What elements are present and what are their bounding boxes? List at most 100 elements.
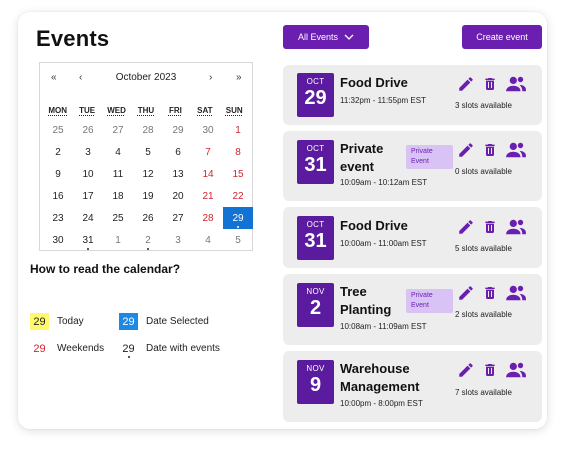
calendar-day[interactable]: 30 xyxy=(43,229,73,251)
event-slots: 2 slots available xyxy=(455,310,512,319)
legend-selected: 29 Date Selected xyxy=(119,313,209,330)
private-event-badge: Private Event xyxy=(406,289,453,313)
event-day: 31 xyxy=(304,154,327,176)
calendar-day[interactable]: 8 xyxy=(223,141,253,163)
calendar-day[interactable]: 1 xyxy=(103,229,133,251)
calendar-day-selected[interactable]: 29 xyxy=(223,207,253,229)
calendar-day[interactable]: 21 xyxy=(193,185,223,207)
delete-trash-icon[interactable] xyxy=(482,284,498,302)
edit-pencil-icon[interactable] xyxy=(457,284,475,302)
legend-today: 29 Today xyxy=(30,313,84,330)
edit-pencil-icon[interactable] xyxy=(457,141,475,159)
calendar-day[interactable]: 30 xyxy=(193,119,223,141)
calendar-day[interactable]: 2 xyxy=(43,141,73,163)
attendees-group-icon[interactable] xyxy=(505,361,527,379)
calendar-day[interactable]: 16 xyxy=(43,185,73,207)
calendar-day[interactable]: 29 xyxy=(163,119,193,141)
next-month-button[interactable]: › xyxy=(209,72,212,83)
edit-pencil-icon[interactable] xyxy=(457,361,475,379)
event-month: OCT xyxy=(306,77,325,86)
calendar-day[interactable]: 24 xyxy=(73,207,103,229)
chevron-down-icon xyxy=(344,34,354,40)
attendees-group-icon[interactable] xyxy=(505,284,527,302)
calendar-day[interactable]: 25 xyxy=(103,207,133,229)
event-title: Tree Planting xyxy=(340,283,391,319)
event-title-line: Warehouse xyxy=(340,361,410,376)
legend-weekends: 29 Weekends xyxy=(30,340,104,357)
calendar-day[interactable]: 10 xyxy=(73,163,103,185)
legend-events: 29 Date with events xyxy=(119,340,220,358)
calendar-day[interactable]: 23 xyxy=(43,207,73,229)
calendar-day[interactable]: 7 xyxy=(193,141,223,163)
attendees-group-icon[interactable] xyxy=(505,141,527,159)
calendar-day[interactable]: 14 xyxy=(193,163,223,185)
attendees-group-icon[interactable] xyxy=(505,75,527,93)
calendar-day[interactable]: 3 xyxy=(163,229,193,251)
event-slots: 3 slots available xyxy=(455,101,512,110)
calendar-day[interactable]: 27 xyxy=(103,119,133,141)
next-year-button[interactable]: » xyxy=(236,72,242,83)
calendar-day[interactable]: 15 xyxy=(223,163,253,185)
calendar-day[interactable]: 26 xyxy=(73,119,103,141)
event-day: 2 xyxy=(309,297,322,319)
legend-label: Date Selected xyxy=(146,316,209,327)
calendar-day[interactable]: 13 xyxy=(163,163,193,185)
calendar-day[interactable]: 2 xyxy=(133,229,163,251)
event-swatch: 29 xyxy=(119,340,138,358)
event-card[interactable]: OCT 31 Private event Private Event 10:09… xyxy=(283,131,542,201)
calendar-day[interactable]: 28 xyxy=(133,119,163,141)
calendar-day[interactable]: 17 xyxy=(73,185,103,207)
calendar-day[interactable]: 11 xyxy=(103,163,133,185)
calendar-day[interactable]: 27 xyxy=(163,207,193,229)
legend-label: Weekends xyxy=(57,343,105,354)
edit-pencil-icon[interactable] xyxy=(457,75,475,93)
edit-pencil-icon[interactable] xyxy=(457,218,475,236)
calendar-day[interactable]: 6 xyxy=(163,141,193,163)
weekend-swatch: 29 xyxy=(33,342,46,355)
calendar-month-label: October 2023 xyxy=(115,72,177,83)
calendar-day[interactable]: 9 xyxy=(43,163,73,185)
event-card[interactable]: OCT 29 Food Drive 11:32pm - 11:55pm EST … xyxy=(283,65,542,125)
calendar-day[interactable]: 26 xyxy=(133,207,163,229)
calendar-day[interactable]: 4 xyxy=(103,141,133,163)
create-event-button[interactable]: Create event xyxy=(462,25,542,49)
event-card[interactable]: NOV 2 Tree Planting Private Event 10:08a… xyxy=(283,274,542,345)
weekday-label: WED xyxy=(107,106,126,115)
event-filter-dropdown[interactable]: All Events xyxy=(283,25,369,49)
delete-trash-icon[interactable] xyxy=(482,75,498,93)
event-title-line: Planting xyxy=(340,302,392,317)
calendar-day[interactable]: 22 xyxy=(223,185,253,207)
calendar-day[interactable]: 31 xyxy=(73,229,103,251)
event-day: 31 xyxy=(304,230,327,252)
calendar-day[interactable]: 3 xyxy=(73,141,103,163)
event-day: 9 xyxy=(309,374,322,396)
weekday-label: SUN xyxy=(225,106,243,115)
delete-trash-icon[interactable] xyxy=(482,141,498,159)
calendar-weekday-header: MON TUE WED THU FRI SAT SUN xyxy=(40,106,252,115)
event-title: Warehouse Management xyxy=(340,360,419,396)
calendar-day[interactable]: 20 xyxy=(163,185,193,207)
calendar-day[interactable]: 28 xyxy=(193,207,223,229)
calendar-day[interactable]: 19 xyxy=(133,185,163,207)
event-date-badge: NOV 9 xyxy=(297,360,334,404)
event-title-line: Private xyxy=(340,141,384,156)
attendees-group-icon[interactable] xyxy=(505,218,527,236)
calendar-day[interactable]: 12 xyxy=(133,163,163,185)
calendar-day[interactable]: 18 xyxy=(103,185,133,207)
calendar-day[interactable]: 1 xyxy=(223,119,253,141)
delete-trash-icon[interactable] xyxy=(482,218,498,236)
filter-label: All Events xyxy=(297,32,339,42)
event-title-line: Tree xyxy=(340,284,367,299)
weekday-label: THU xyxy=(137,106,155,115)
private-event-badge: Private Event xyxy=(406,145,453,169)
calendar-day[interactable]: 5 xyxy=(133,141,163,163)
badge-line: Private xyxy=(411,148,433,155)
event-month: NOV xyxy=(306,287,325,296)
calendar-day[interactable]: 4 xyxy=(193,229,223,251)
event-date-badge: OCT 31 xyxy=(297,140,334,184)
calendar-day[interactable]: 5 xyxy=(223,229,253,251)
delete-trash-icon[interactable] xyxy=(482,361,498,379)
calendar-day[interactable]: 25 xyxy=(43,119,73,141)
event-card[interactable]: OCT 31 Food Drive 10:00am - 11:00am EST … xyxy=(283,207,542,268)
event-card[interactable]: NOV 9 Warehouse Management 10:00pm - 8:0… xyxy=(283,351,542,422)
